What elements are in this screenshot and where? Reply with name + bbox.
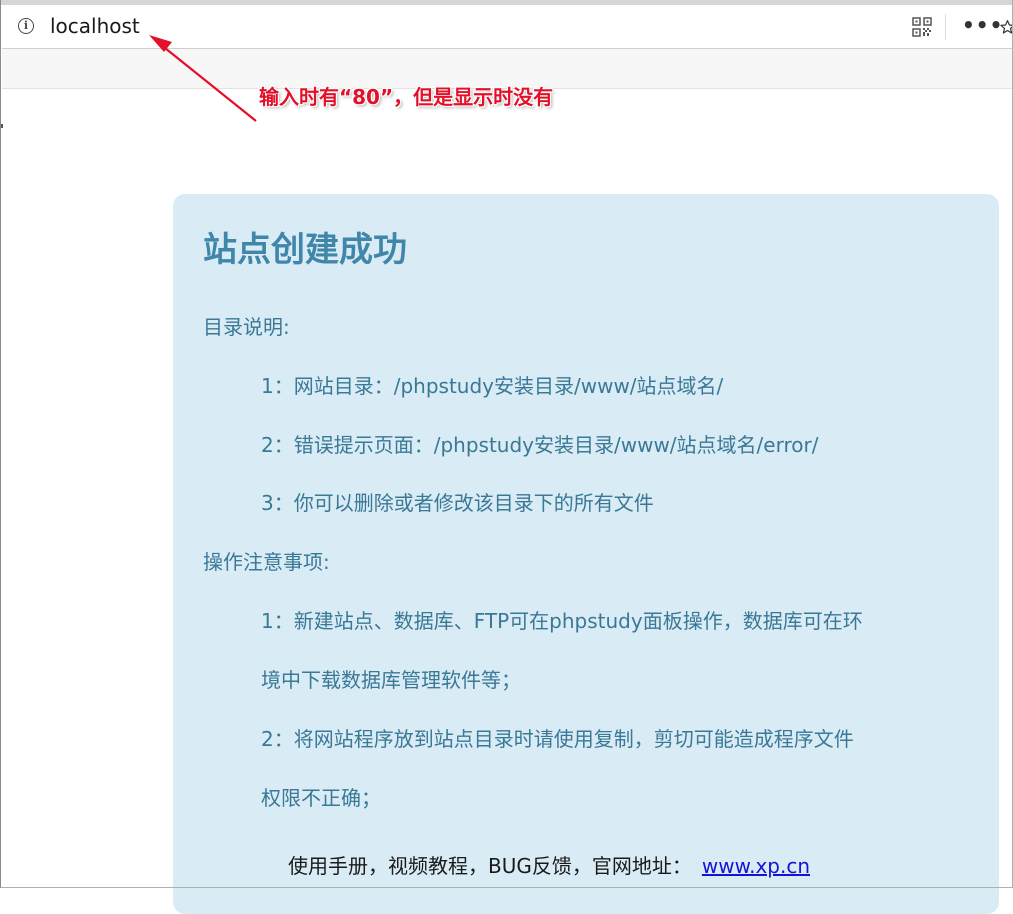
window-frame [0,0,1013,888]
